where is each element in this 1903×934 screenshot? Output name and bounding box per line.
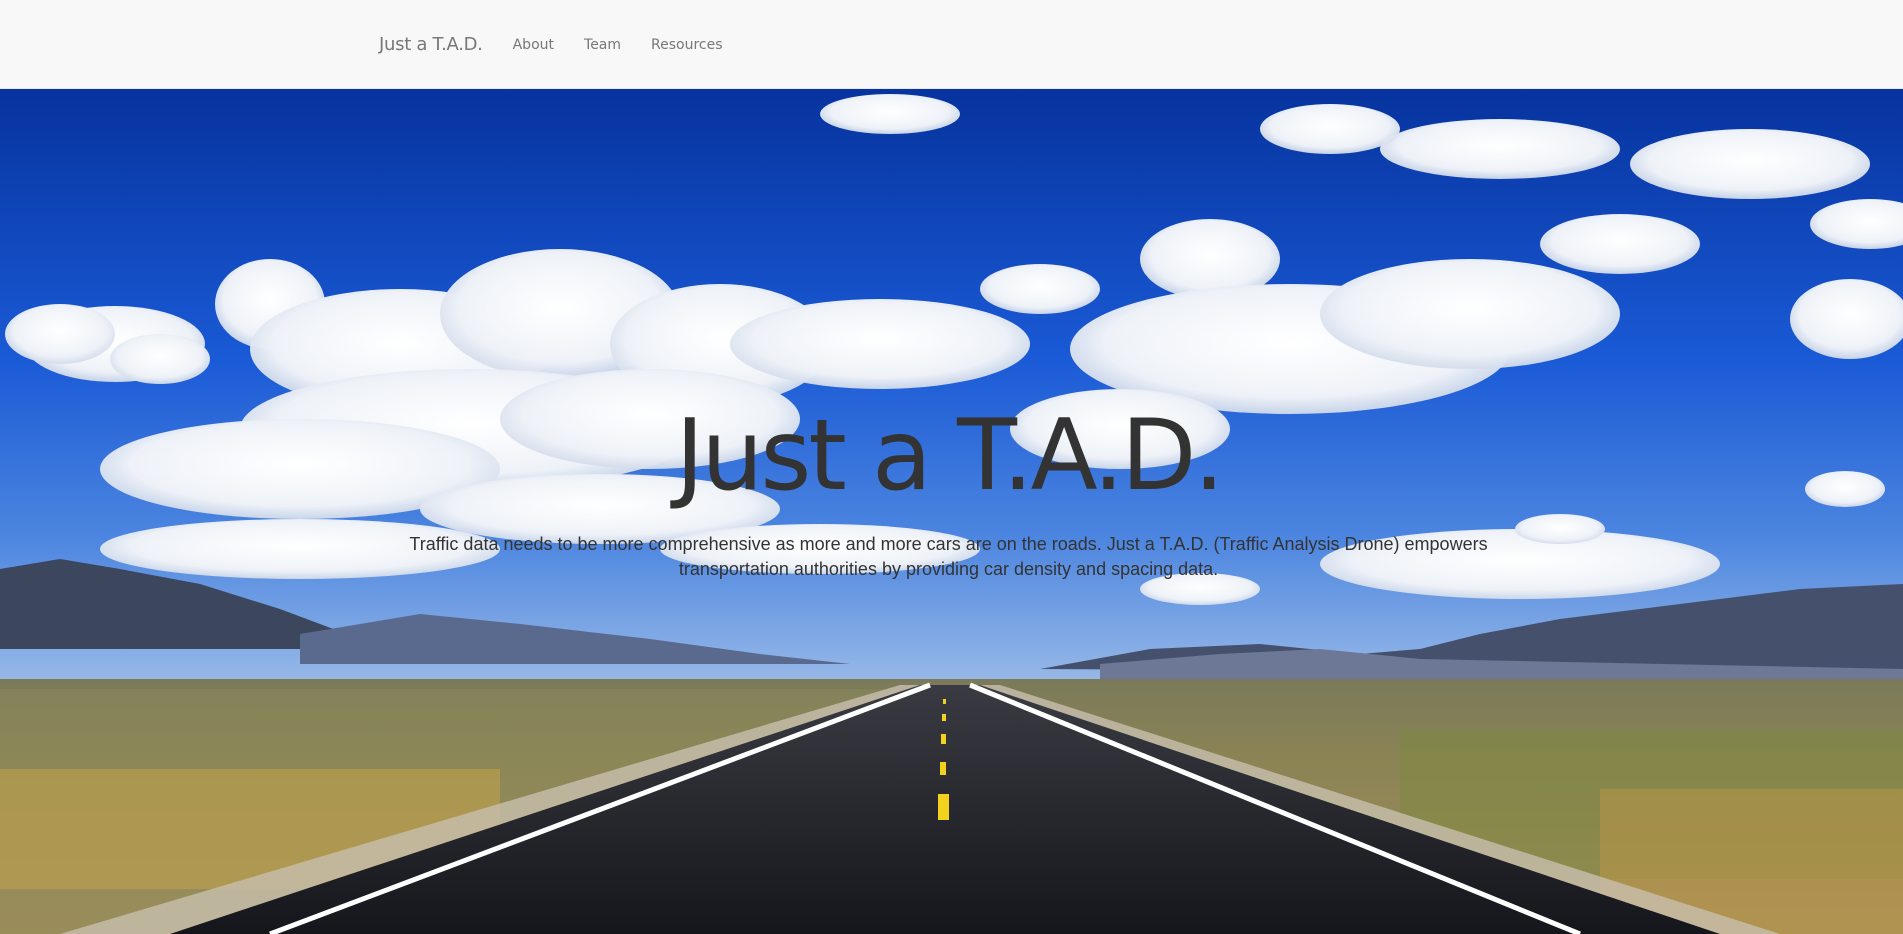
nav-link-team[interactable]: Team [584, 37, 621, 53]
brand-link[interactable]: Just a T.A.D. [379, 34, 483, 55]
nav-container: Just a T.A.D. About Team Resources [379, 0, 753, 89]
nav-link-resources[interactable]: Resources [651, 37, 723, 53]
nav-link-about[interactable]: About [513, 37, 554, 53]
hero-title: Just a T.A.D. [675, 399, 1224, 513]
hero-section: Just a T.A.D. Traffic data needs to be m… [0, 89, 1903, 934]
navbar: Just a T.A.D. About Team Resources [0, 0, 1903, 89]
hero-description: Traffic data needs to be more comprehens… [409, 534, 1488, 579]
